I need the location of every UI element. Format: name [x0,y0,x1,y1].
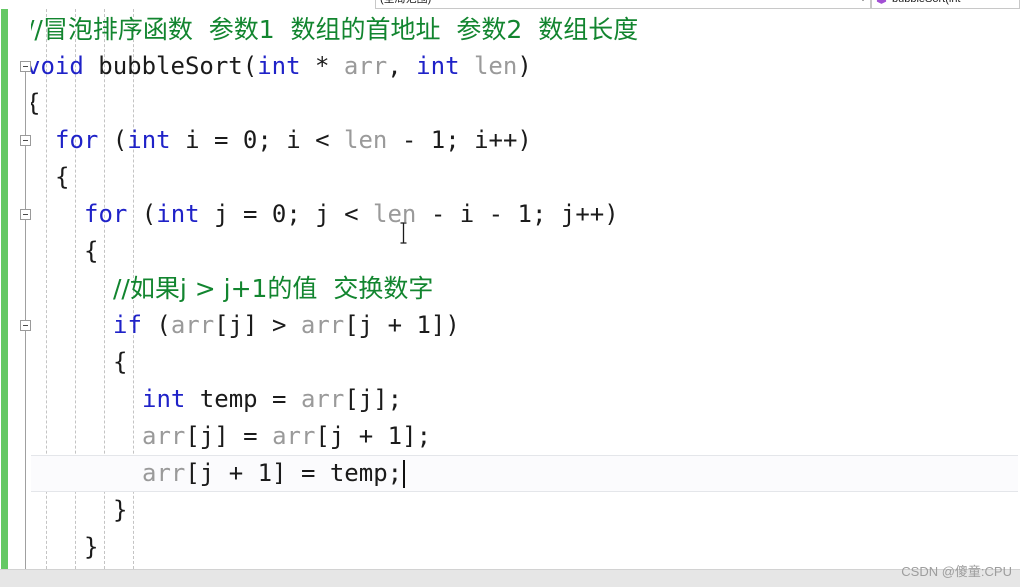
code-token-plain: ( [98,126,128,154]
code-text-layer[interactable]: //冒泡排序函数 参数1 数组的首地址 参数2 数组长度 void bubbleS… [0,9,1020,569]
code-token-plain: bubbleSort( [83,52,258,80]
chevron-down-icon [860,0,866,1]
code-token-plain: > [271,311,287,339]
code-token-kw: int [142,385,186,413]
code-token-plain: ) [517,52,532,80]
code-token-plain: [j + 1]; [315,422,432,450]
code-token-plain: j = 0; j [199,200,345,228]
member-dropdown[interactable]: bubbleSort(int [871,0,1020,9]
text-caret [403,460,405,488]
code-line[interactable]: { [113,344,127,381]
csdn-watermark: CSDN @傻童:CPU [901,564,1012,579]
code-token-kw: void [26,52,84,80]
code-line[interactable]: //如果j > j+1的值 交换数字 [113,270,433,307]
navigation-bar: (全局范围) bubbleSort(int [0,0,1020,9]
fold-region-line [25,72,26,135]
code-token-plain: [j] = [185,422,273,450]
vs-code-editor-window: (全局范围) bubbleSort(int //冒泡排序函数 参数1 数组的首地… [0,0,1020,587]
code-token-comment: //冒泡排序函数 参数1 数组的首地址 参数2 数组长度 [26,15,639,44]
fold-collapse-icon[interactable] [20,320,31,331]
code-token-kw: int [127,126,171,154]
mouse-ibeam-cursor [400,222,407,244]
bottom-strip [0,569,1020,587]
code-editor-surface[interactable]: //冒泡排序函数 参数1 数组的首地址 参数2 数组长度 void bubbleS… [0,9,1020,569]
outlining-gutter[interactable] [9,9,31,569]
code-token-param: arr [272,422,316,450]
code-token-plain: } [113,496,128,524]
code-token-plain: [j] [214,311,272,339]
code-token-plain: [j + 1]) [344,311,460,339]
code-token-plain: i = 0; i [170,126,316,154]
scope-dropdown[interactable]: (全局范围) [375,0,871,9]
code-token-param: arr [300,311,345,339]
fold-collapse-icon[interactable] [20,61,31,72]
code-token-kw: int [416,52,460,80]
code-token-kw: int [257,52,301,80]
code-line[interactable]: arr[j + 1] = temp; [142,455,402,492]
code-token-plain: , [387,52,417,80]
code-line[interactable]: { [55,159,69,196]
change-indicator-bar [1,9,8,569]
fold-region-line [25,331,26,569]
code-token-plain: ( [127,200,157,228]
code-token-param: len [344,126,388,154]
method-purple-icon [876,0,887,4]
code-token-plain: { [55,163,70,191]
code-line[interactable]: arr[j] = arr[j + 1]; [142,418,431,455]
code-token-plain: * [300,52,344,80]
code-token-plain: [j]; [344,385,403,413]
code-line[interactable]: { [84,233,98,270]
code-line[interactable]: } [84,529,98,566]
code-token-kw: for [55,126,99,154]
code-token-param: arr [343,52,388,80]
fold-region-line [25,220,26,320]
code-token-plain: { [113,348,128,376]
code-token-kw: if [113,311,142,339]
fold-region-line [25,146,26,209]
code-line[interactable]: void bubbleSort(int * arr, int len) [26,48,532,85]
code-line[interactable]: if (arr[j] > arr[j + 1]) [113,307,460,344]
code-token-param: arr [142,422,186,450]
code-token-plain: ( [141,311,171,339]
fold-collapse-icon[interactable] [20,209,31,220]
code-token-param: len [373,200,417,228]
fold-collapse-icon[interactable] [20,135,31,146]
code-token-plain: temp = [185,385,301,413]
code-token-plain: { [84,237,99,265]
code-token-plain: - i - 1; j++) [416,200,619,228]
code-token-kw: for [84,200,128,228]
code-line[interactable]: } [113,492,127,529]
code-token-param: arr [300,385,345,413]
code-line[interactable]: for (int j = 0; j < len - i - 1; j++) [84,196,619,233]
code-token-plain: < [344,200,359,228]
code-line[interactable]: for (int i = 0; i < len - 1; i++) [55,122,532,159]
code-line[interactable]: //冒泡排序函数 参数1 数组的首地址 参数2 数组长度 [26,11,638,48]
code-token-plain: - 1; i++) [387,126,532,154]
member-dropdown-label: bubbleSort(int [892,0,961,5]
code-token-plain: } [84,533,99,561]
code-token-plain: [j + 1] = temp; [185,459,403,487]
code-token-param: arr [142,459,186,487]
code-token-comment: //如果j > j+1的值 交换数字 [113,274,434,303]
code-token-plain: < [315,126,330,154]
scope-dropdown-label: (全局范围) [380,0,431,5]
code-token-param: len [473,52,518,80]
code-token-kw: int [156,200,200,228]
code-token-param: arr [170,311,215,339]
code-line[interactable]: int temp = arr[j]; [142,381,402,418]
